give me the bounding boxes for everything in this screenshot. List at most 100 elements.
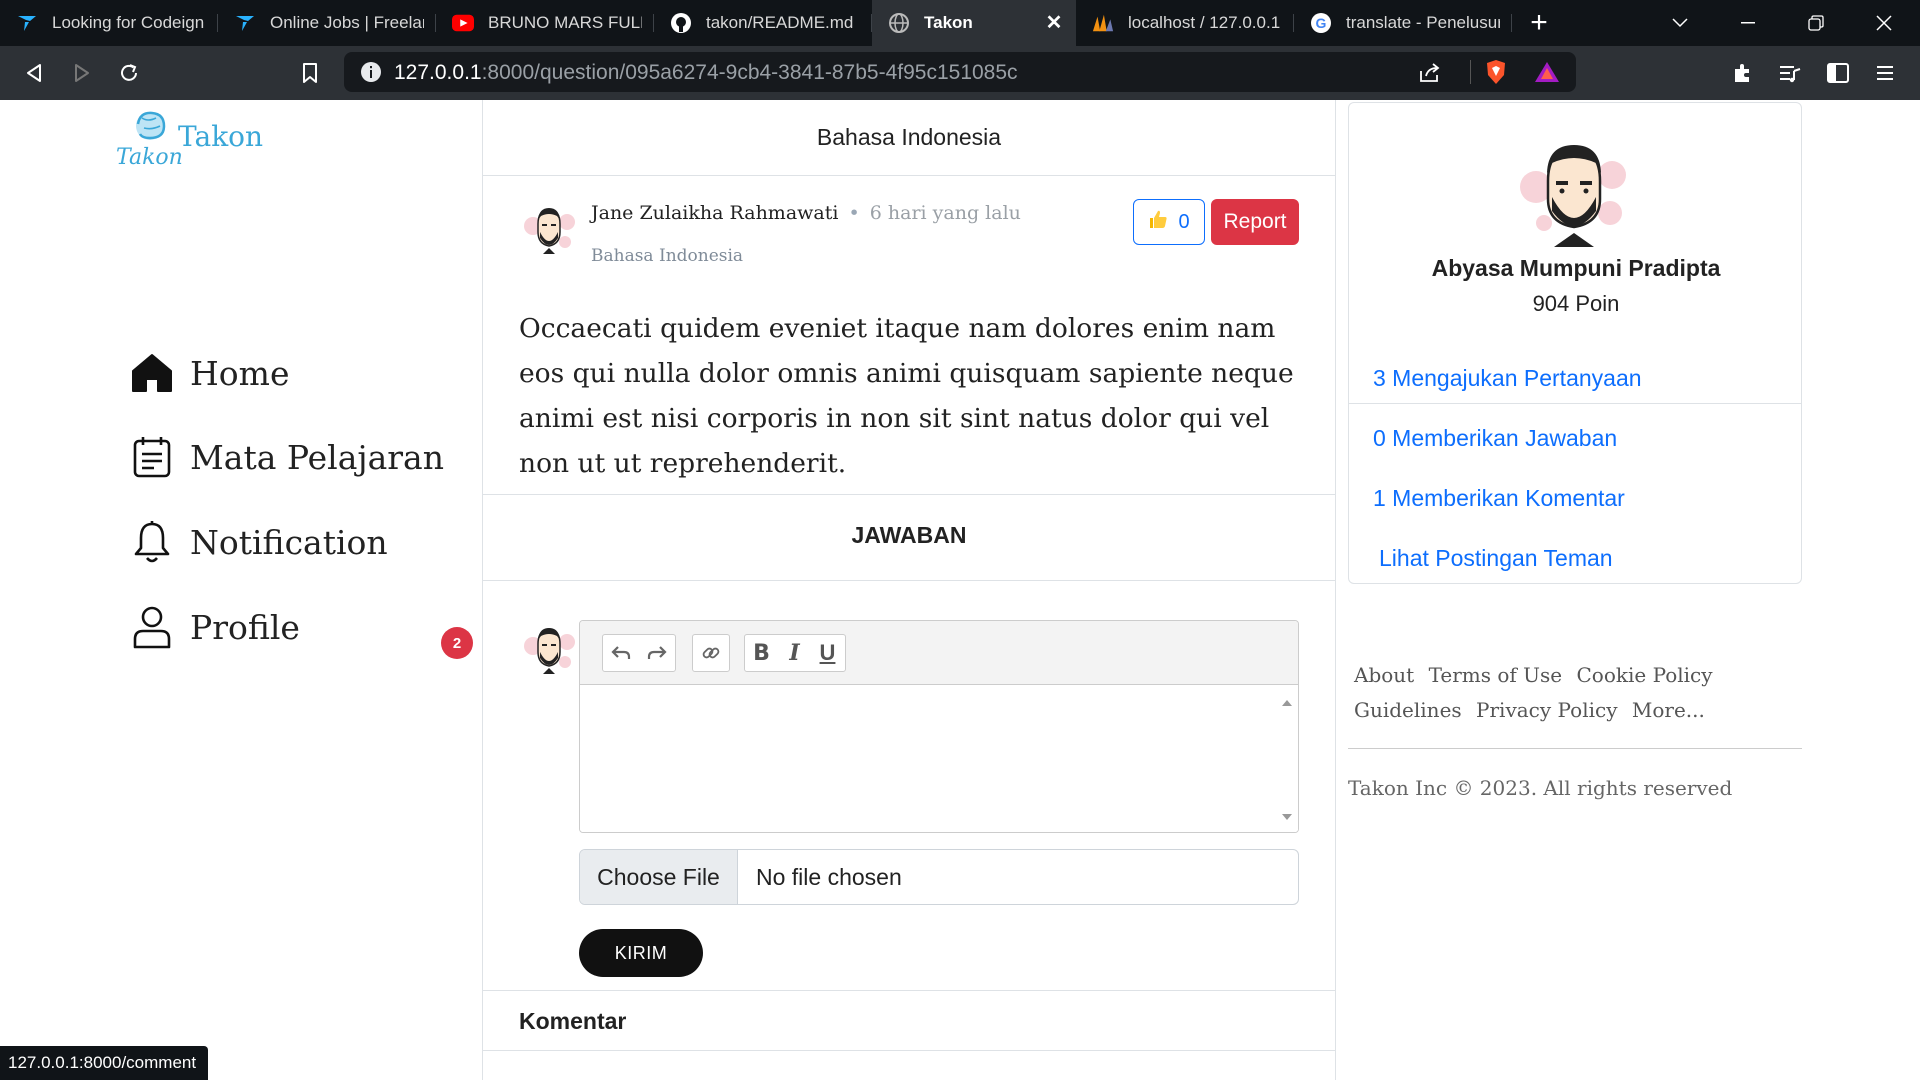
restore-icon[interactable] <box>1786 0 1846 46</box>
page-content: Takon Takon Home Mata Pelajaran Notifica… <box>0 100 1920 1080</box>
answer-textarea[interactable] <box>580 685 1298 832</box>
bold-icon[interactable]: B <box>745 635 778 671</box>
freelancer-icon <box>16 12 38 34</box>
profile-name: Abyasa Mumpuni Pradipta <box>1431 255 1721 281</box>
editor-scrollbar[interactable] <box>1276 685 1298 832</box>
comments-title: Komentar <box>519 1008 627 1034</box>
editor-toolbar: B I U <box>580 621 1298 685</box>
forward-icon[interactable] <box>67 58 97 88</box>
author-avatar[interactable] <box>521 202 577 258</box>
menu-icon[interactable] <box>1870 58 1900 88</box>
link-icon[interactable] <box>693 635 729 671</box>
reload-icon[interactable] <box>114 58 144 88</box>
scroll-up-arrow-icon[interactable] <box>1282 693 1292 711</box>
footer-link-more[interactable]: More... <box>1632 698 1705 722</box>
file-upload-input[interactable]: Choose File No file chosen <box>579 849 1299 905</box>
svg-text:G: G <box>1316 15 1327 31</box>
submit-answer-button[interactable]: KIRIM <box>579 929 703 977</box>
browser-tab-active[interactable]: Takon ✕ <box>872 0 1076 46</box>
browser-tab[interactable]: takon/README.md <box>654 0 872 46</box>
footer-link-guidelines[interactable]: Guidelines <box>1354 698 1462 722</box>
freelancer-icon <box>234 12 256 34</box>
close-tab-icon[interactable]: ✕ <box>1044 13 1064 33</box>
author-name[interactable]: Jane Zulaikha Rahmawati <box>591 202 838 224</box>
scroll-down-arrow-icon[interactable] <box>1282 807 1292 825</box>
friends-posts-link[interactable]: Lihat Postingan Teman <box>1379 545 1613 572</box>
address-bar[interactable]: 127.0.0.1:8000/question/095a6274-9cb4-38… <box>344 52 1576 92</box>
divider <box>1349 403 1801 404</box>
share-icon[interactable] <box>1418 61 1442 88</box>
browser-tab[interactable]: Online Jobs | Freelan <box>218 0 436 46</box>
divider <box>483 580 1335 581</box>
brand-name[interactable]: Takon <box>178 120 263 153</box>
thumbs-up-icon <box>1148 209 1168 235</box>
undo-icon[interactable] <box>603 635 639 671</box>
footer-link-about[interactable]: About <box>1354 663 1414 687</box>
footer-link-terms[interactable]: Terms of Use <box>1429 663 1563 687</box>
tab-label: Looking for Codeign <box>52 13 205 32</box>
divider <box>483 1050 1335 1051</box>
choose-file-button[interactable]: Choose File <box>580 850 738 904</box>
browser-tab[interactable]: BRUNO MARS FULL <box>436 0 654 46</box>
sidebar-icon[interactable] <box>1823 58 1853 88</box>
nav-notification[interactable]: Notification <box>130 517 388 567</box>
question-body: Occaecati quidem eveniet itaque nam dolo… <box>519 313 1294 479</box>
stat-answers-link[interactable]: 0 Memberikan Jawaban <box>1373 425 1617 452</box>
answer-section-title: JAWABAN <box>851 522 967 548</box>
brave-shield-icon[interactable] <box>1484 59 1508 90</box>
extensions-icon[interactable] <box>1728 58 1758 88</box>
media-playlist-icon[interactable] <box>1775 58 1805 88</box>
stat-questions-link[interactable]: 3 Mengajukan Pertanyaan <box>1373 365 1642 392</box>
nav-profile[interactable]: Profile <box>130 602 300 652</box>
file-status: No file chosen <box>756 863 902 890</box>
nav-subjects[interactable]: Mata Pelajaran <box>130 432 444 482</box>
stat-comments-link[interactable]: 1 Memberikan Komentar <box>1373 485 1625 512</box>
meta-separator: • <box>848 202 860 224</box>
like-button[interactable]: 0 <box>1133 199 1205 245</box>
profile-card: Abyasa Mumpuni Pradipta 904 Poin 3 Menga… <box>1348 102 1802 584</box>
underline-icon[interactable]: U <box>811 635 844 671</box>
subject-header: Bahasa Indonesia <box>483 100 1335 176</box>
brave-rewards-icon[interactable] <box>1534 61 1560 88</box>
new-tab-icon[interactable]: + <box>1516 0 1562 46</box>
link-group <box>692 634 730 672</box>
nav-profile-label: Profile <box>190 607 300 647</box>
back-icon[interactable] <box>19 58 49 88</box>
tab-search-chevron-icon[interactable] <box>1650 0 1710 46</box>
youtube-icon <box>452 12 474 34</box>
browser-toolbar: 127.0.0.1:8000/question/095a6274-9cb4-38… <box>0 46 1920 100</box>
divider <box>483 990 1335 991</box>
tab-label: BRUNO MARS FULL <box>488 13 642 32</box>
tab-label: localhost / 127.0.0.1 <box>1128 13 1281 32</box>
home-icon <box>130 351 174 395</box>
user-icon <box>130 605 174 649</box>
bell-icon <box>130 520 174 564</box>
svg-text:Takon: Takon <box>116 145 182 170</box>
browser-tab[interactable]: G translate - Penelusur <box>1294 0 1512 46</box>
question-subject[interactable]: Bahasa Indonesia <box>591 246 743 266</box>
tab-label: takon/README.md <box>706 13 854 32</box>
question-meta: Jane Zulaikha Rahmawati • 6 hari yang la… <box>591 202 1021 224</box>
nav-notification-label: Notification <box>190 522 388 562</box>
bookmark-icon[interactable] <box>295 58 325 88</box>
profile-avatar[interactable] <box>1514 137 1634 247</box>
divider <box>1348 748 1802 749</box>
omnibox-divider <box>1470 60 1471 84</box>
nav-home-label: Home <box>190 353 290 393</box>
browser-tab[interactable]: localhost / 127.0.0.1 <box>1076 0 1294 46</box>
close-window-icon[interactable] <box>1854 0 1914 46</box>
format-group: B I U <box>744 634 846 672</box>
site-info-icon[interactable] <box>360 61 382 88</box>
redo-icon[interactable] <box>639 635 675 671</box>
link-status-bubble: 127.0.0.1:8000/comment <box>0 1046 209 1080</box>
footer-link-privacy[interactable]: Privacy Policy <box>1476 698 1617 722</box>
url-host: 127.0.0.1 <box>394 61 482 84</box>
nav-home[interactable]: Home <box>130 348 289 398</box>
minimize-icon[interactable] <box>1718 0 1778 46</box>
report-button[interactable]: Report <box>1211 199 1299 245</box>
italic-icon[interactable]: I <box>778 635 811 671</box>
question-column: Bahasa Indonesia Jane Zulaikha Rahmawati… <box>482 100 1336 1080</box>
browser-tab[interactable]: Looking for Codeign <box>0 0 218 46</box>
footer-link-cookie[interactable]: Cookie Policy <box>1576 663 1712 687</box>
url-path: :8000/question/095a6274-9cb4-3841-87b5-4… <box>481 61 1018 84</box>
